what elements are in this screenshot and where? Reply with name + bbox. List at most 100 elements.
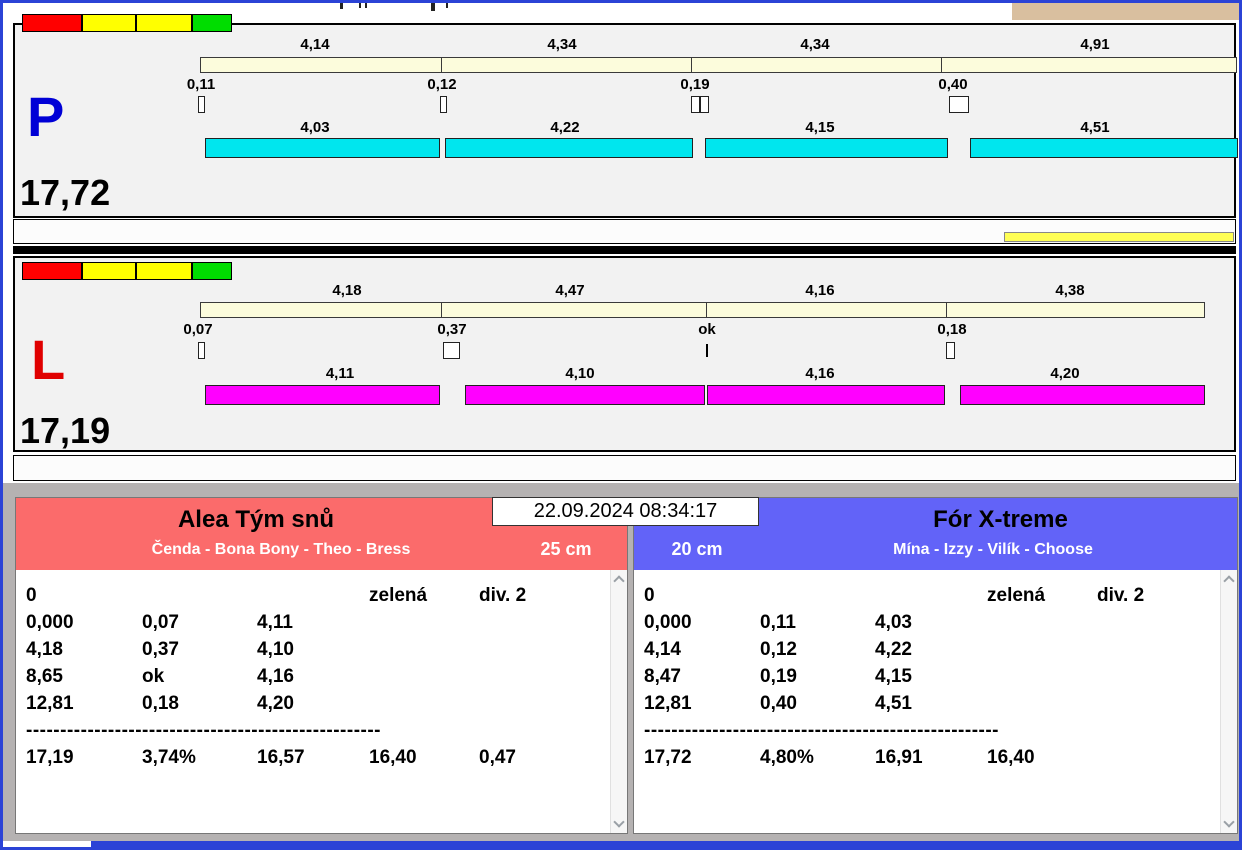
light-green bbox=[192, 262, 232, 280]
bottom-bar bbox=[91, 841, 1239, 847]
bar-divider bbox=[706, 303, 707, 317]
bar-divider bbox=[441, 58, 442, 72]
lane-l-substrip bbox=[13, 455, 1236, 481]
cell: 0,07 bbox=[142, 609, 257, 636]
cell: 17,72 bbox=[644, 744, 760, 771]
timestamp-display: 22.09.2024 08:34:17 bbox=[492, 497, 759, 526]
team-members-left: Čenda - Bona Bony - Theo - Bress bbox=[16, 541, 546, 559]
bar-divider bbox=[441, 303, 442, 317]
team-name-left: Alea Tým snů bbox=[16, 506, 496, 534]
run-bar-segment bbox=[960, 385, 1205, 405]
separator-row: ----------------------------------------… bbox=[26, 717, 610, 744]
light-yellow-2 bbox=[136, 14, 192, 32]
run-bar-segment bbox=[705, 138, 948, 158]
marker-box bbox=[949, 96, 969, 113]
cell: 0,19 bbox=[760, 663, 875, 690]
color-cell: zelená bbox=[369, 582, 479, 609]
cell: 8,47 bbox=[644, 663, 760, 690]
cell: 0,47 bbox=[479, 744, 610, 771]
run-bar-segment bbox=[445, 138, 693, 158]
cell: 0,12 bbox=[760, 636, 875, 663]
upper-progress-bar bbox=[200, 302, 1205, 318]
marker-tick bbox=[706, 344, 708, 357]
mini-progress-bar bbox=[1004, 232, 1234, 242]
timing-app-window: P 4,14 4,34 4,34 4,91 0,11 0,12 0,19 0,4… bbox=[0, 0, 1242, 850]
cell: 0,11 bbox=[760, 609, 875, 636]
penalty-cell: 0 bbox=[26, 582, 142, 609]
cell: ok bbox=[142, 663, 257, 690]
upper-segment-time: 4,34 bbox=[517, 36, 607, 53]
table-header-row: 0 zelená div. 2 bbox=[26, 582, 610, 609]
bottom-gap bbox=[3, 841, 91, 847]
run-bar-segment bbox=[205, 385, 440, 405]
desktop-area bbox=[1012, 3, 1242, 20]
cell: 0,000 bbox=[26, 609, 142, 636]
run-bar-segment bbox=[205, 138, 440, 158]
cell: 16,40 bbox=[987, 744, 1097, 771]
lane-divider bbox=[13, 246, 1236, 254]
division-cell: div. 2 bbox=[1097, 582, 1220, 609]
team-name-right: Fór X-treme bbox=[764, 506, 1237, 534]
scroll-up-icon[interactable] bbox=[1223, 575, 1234, 586]
cell: 8,65 bbox=[26, 663, 142, 690]
window-edge-tick bbox=[365, 3, 367, 8]
scrollbar-right[interactable] bbox=[1220, 570, 1237, 833]
table-row: 4,18 0,37 4,10 bbox=[26, 636, 610, 663]
upper-segment-time: 4,38 bbox=[1025, 282, 1115, 299]
window-edge-tick bbox=[359, 3, 361, 8]
summary-row: 17,72 4,80% 16,91 16,40 bbox=[644, 744, 1220, 771]
table-row: 4,14 0,12 4,22 bbox=[644, 636, 1220, 663]
upper-segment-time: 4,47 bbox=[525, 282, 615, 299]
light-yellow-1 bbox=[82, 262, 136, 280]
split-time: 0,07 bbox=[153, 321, 243, 338]
table-row: 0,000 0,07 4,11 bbox=[26, 609, 610, 636]
cell: 17,19 bbox=[26, 744, 142, 771]
scroll-up-icon[interactable] bbox=[613, 575, 624, 586]
lane-p-total-time: 17,72 bbox=[20, 175, 110, 211]
lower-segment-time: 4,20 bbox=[1020, 365, 1110, 382]
results-table-right: 0 zelená div. 2 0,000 0,11 4,03 4,14 0,1… bbox=[634, 570, 1220, 833]
scroll-down-icon[interactable] bbox=[613, 816, 624, 827]
bar-divider bbox=[941, 58, 942, 72]
scrollbar-left[interactable] bbox=[610, 570, 627, 833]
light-red bbox=[22, 14, 82, 32]
cell: 4,16 bbox=[257, 663, 369, 690]
lower-segment-time: 4,11 bbox=[295, 365, 385, 382]
split-time: 0,37 bbox=[407, 321, 497, 338]
split-time: 0,19 bbox=[650, 76, 740, 93]
cell: 16,40 bbox=[369, 744, 479, 771]
team-panel-right: Fór X-treme Mína - Izzy - Vilík - Choose… bbox=[633, 497, 1238, 834]
penalty-cell: 0 bbox=[644, 582, 760, 609]
table-row: 0,000 0,11 4,03 bbox=[644, 609, 1220, 636]
lower-segment-time: 4,51 bbox=[1050, 119, 1140, 136]
upper-segment-time: 4,14 bbox=[270, 36, 360, 53]
separator-row: ----------------------------------------… bbox=[644, 717, 1220, 744]
table-row: 12,81 0,18 4,20 bbox=[26, 690, 610, 717]
window-edge-tick bbox=[340, 3, 343, 9]
cell: 0,000 bbox=[644, 609, 760, 636]
hurdle-height-right: 20 cm bbox=[652, 539, 742, 560]
marker-box bbox=[443, 342, 460, 359]
lower-segment-time: 4,15 bbox=[775, 119, 865, 136]
cell: 4,80% bbox=[760, 744, 875, 771]
window-edge-tick bbox=[431, 3, 435, 11]
bar-divider bbox=[691, 58, 692, 72]
team-panel-left: Alea Tým snů Čenda - Bona Bony - Theo - … bbox=[15, 497, 628, 834]
split-time: ok bbox=[662, 321, 752, 338]
cell: 4,18 bbox=[26, 636, 142, 663]
bar-divider bbox=[946, 303, 947, 317]
scroll-down-icon[interactable] bbox=[1223, 816, 1234, 827]
cell: 4,14 bbox=[644, 636, 760, 663]
upper-segment-time: 4,16 bbox=[775, 282, 865, 299]
lower-segment-time: 4,03 bbox=[270, 119, 360, 136]
light-yellow-1 bbox=[82, 14, 136, 32]
start-lights bbox=[22, 14, 232, 32]
split-time: 0,12 bbox=[397, 76, 487, 93]
marker-box bbox=[691, 96, 700, 113]
split-time: 0,11 bbox=[156, 76, 246, 93]
summary-row: 17,19 3,74% 16,57 16,40 0,47 bbox=[26, 744, 610, 771]
split-time: 0,40 bbox=[908, 76, 998, 93]
cell: 0,40 bbox=[760, 690, 875, 717]
lane-l-letter: L bbox=[31, 332, 65, 388]
lane-p-substrip bbox=[13, 219, 1236, 244]
